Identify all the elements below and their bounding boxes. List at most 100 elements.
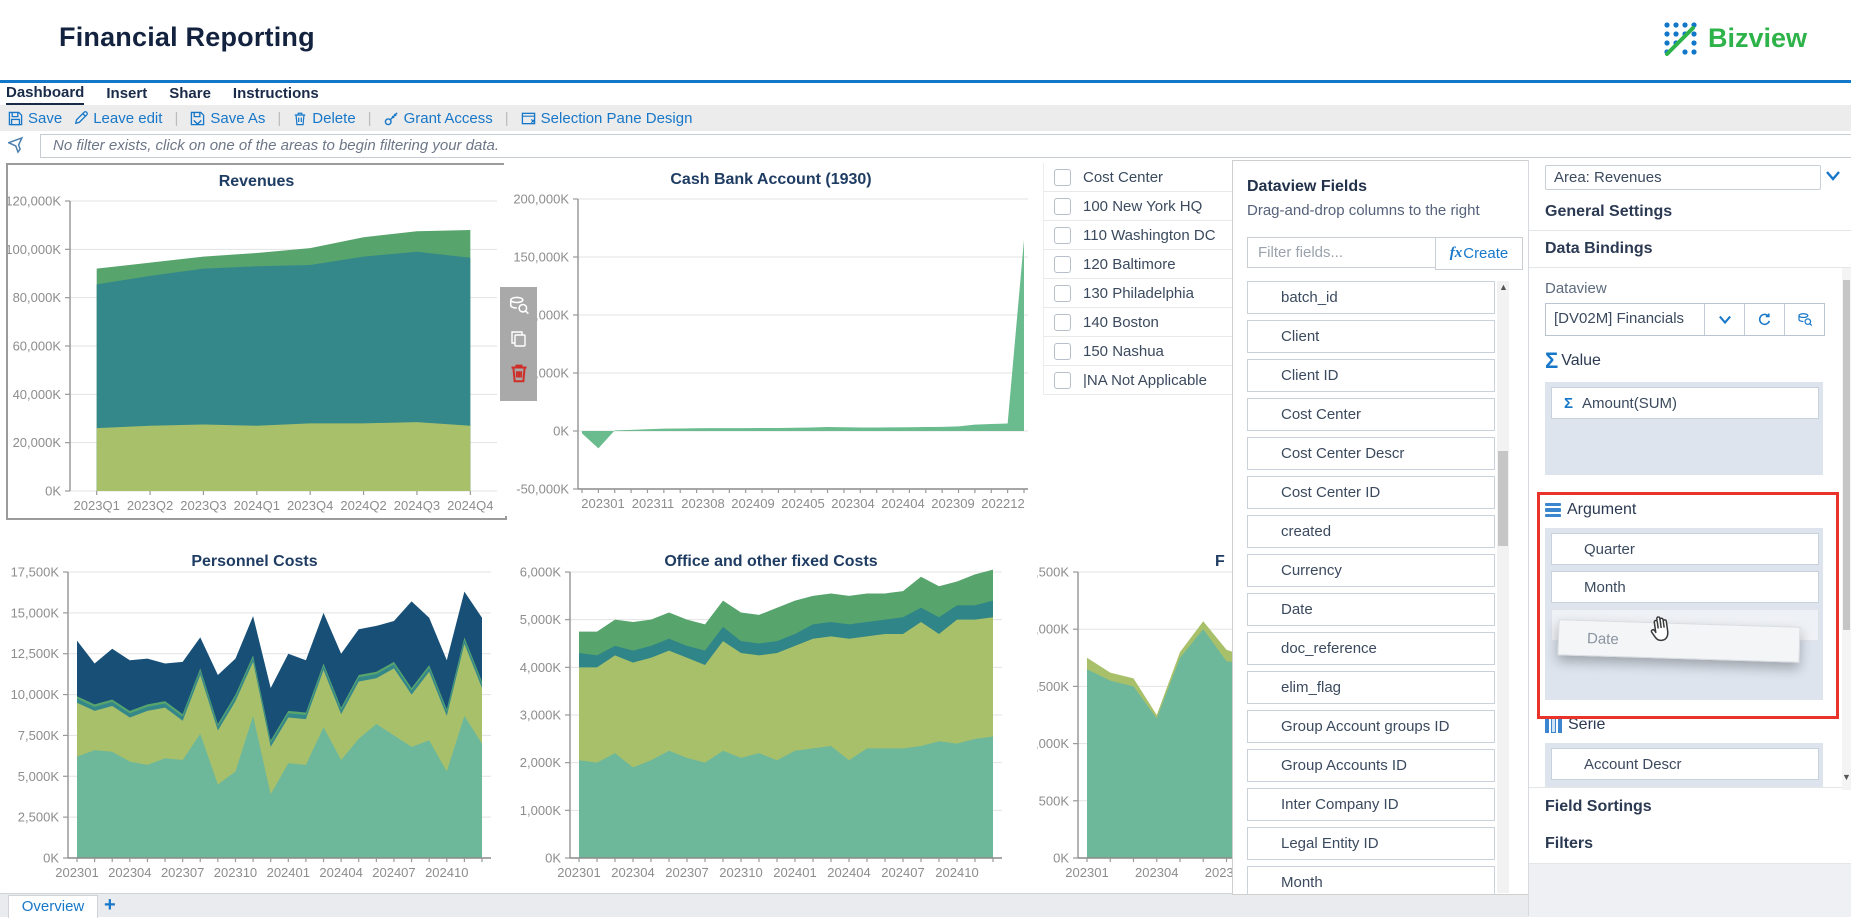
dataview-field[interactable]: Cost Center ID: [1247, 476, 1495, 509]
argument-dropzone[interactable]: Quarter Month Date Date: [1545, 528, 1823, 700]
field-label: batch_id: [1281, 289, 1338, 306]
filter-list-item[interactable]: 130 Philadelphia: [1044, 279, 1233, 308]
selection-pane-design-button[interactable]: Selection Pane Design: [521, 110, 693, 127]
menu-dashboard[interactable]: Dashboard: [6, 83, 84, 105]
checkbox[interactable]: [1054, 256, 1071, 273]
dataview-field[interactable]: Client ID: [1247, 359, 1495, 392]
value-field-amount[interactable]: Σ Amount(SUM): [1551, 387, 1819, 419]
dataview-inspect-button[interactable]: [1784, 304, 1824, 335]
section-field-sortings[interactable]: Field Sortings: [1529, 787, 1851, 827]
argument-field-quarter[interactable]: Quarter: [1551, 533, 1819, 565]
fields-scrollbar-thumb[interactable]: [1498, 451, 1508, 546]
delete-area-button[interactable]: [507, 360, 531, 384]
add-sheet-button[interactable]: +: [104, 894, 116, 917]
dataview-refresh-button[interactable]: [1744, 304, 1784, 335]
serie-zone-label: Serie: [1545, 716, 1605, 734]
area-office-costs-chart[interactable]: Office and other fixed Costs 0K1,000K2,0…: [504, 545, 1038, 890]
delete-button[interactable]: Delete: [293, 110, 355, 127]
header: Financial Reporting Bizview: [0, 0, 1851, 80]
dataview-field[interactable]: Month: [1247, 866, 1495, 895]
argument-field-month[interactable]: Month: [1551, 571, 1819, 603]
filter-list-item[interactable]: 100 New York HQ: [1044, 192, 1233, 221]
create-field-button[interactable]: fx Create: [1435, 237, 1523, 270]
checkbox[interactable]: [1054, 372, 1071, 389]
dataview-field[interactable]: Cost Center: [1247, 398, 1495, 431]
argument-field-date-dragging[interactable]: Date: [1557, 619, 1800, 663]
filter-list-item[interactable]: 110 Washington DC: [1044, 221, 1233, 250]
checkbox[interactable]: [1054, 198, 1071, 215]
filter-list-item[interactable]: 150 Nashua: [1044, 337, 1233, 366]
svg-text:2024Q2: 2024Q2: [340, 498, 386, 513]
area-cash-bank-chart[interactable]: Cash Bank Account (1930) -50,000K0K50,00…: [504, 163, 1038, 516]
svg-text:0K: 0K: [553, 424, 569, 439]
duplicate-button[interactable]: [507, 327, 531, 351]
dataview-dropdown-button[interactable]: [1704, 304, 1744, 335]
save-as-icon: [190, 111, 205, 126]
svg-text:2024Q1: 2024Q1: [234, 498, 280, 513]
scroll-up-arrow[interactable]: ▲: [1499, 282, 1508, 292]
dataview-field[interactable]: doc_reference: [1247, 632, 1495, 665]
area-revenues-chart[interactable]: Revenues 0K20,000K40,000K60,000K80,000K1…: [6, 163, 507, 520]
svg-text:202404: 202404: [881, 496, 924, 511]
leave-edit-button[interactable]: Leave edit: [74, 110, 162, 127]
menu-insert[interactable]: Insert: [106, 84, 147, 104]
menu-bar: Dashboard Insert Share Instructions: [0, 83, 1851, 105]
filter-message[interactable]: No filter exists, click on one of the ar…: [40, 134, 1851, 158]
dataview-value[interactable]: [DV02M] Financials: [1546, 304, 1704, 335]
filter-list-item[interactable]: Cost Center: [1044, 163, 1233, 192]
fields-scrollbar-track[interactable]: [1497, 281, 1509, 893]
svg-text:0K: 0K: [45, 484, 61, 499]
filter-list-item[interactable]: 140 Boston: [1044, 308, 1233, 337]
grant-access-button[interactable]: Grant Access: [384, 110, 493, 127]
panel-scrollbar-thumb[interactable]: [1843, 280, 1850, 630]
panel-title: Dataview Fields: [1247, 178, 1367, 196]
menu-instructions[interactable]: Instructions: [233, 84, 319, 104]
field-label: Date: [1281, 601, 1313, 618]
dataview-field[interactable]: created: [1247, 515, 1495, 548]
area-personnel-costs-chart[interactable]: Personnel Costs 0K2,500K5,000K7,500K10,0…: [6, 545, 503, 890]
panel-subtitle: Drag-and-drop columns to the right: [1247, 202, 1480, 219]
svg-text:202304: 202304: [831, 496, 874, 511]
dataview-field[interactable]: Currency: [1247, 554, 1495, 587]
svg-text:500K: 500K: [1039, 793, 1070, 808]
checkbox[interactable]: [1054, 169, 1071, 186]
dataview-field[interactable]: Client: [1247, 320, 1495, 353]
serie-field-account-descr[interactable]: Account Descr: [1551, 748, 1819, 780]
menu-share[interactable]: Share: [169, 84, 211, 104]
view-data-button[interactable]: [507, 294, 531, 318]
section-general-settings[interactable]: General Settings: [1529, 193, 1851, 231]
scroll-down-arrow[interactable]: ▼: [1842, 772, 1851, 782]
svg-text:202405: 202405: [781, 496, 824, 511]
dataview-field[interactable]: Cost Center Descr: [1247, 437, 1495, 470]
checkbox[interactable]: [1054, 227, 1071, 244]
dataview-field[interactable]: Legal Entity ID: [1247, 827, 1495, 860]
dataview-field[interactable]: Date: [1247, 593, 1495, 626]
dataview-field[interactable]: Group Account groups ID: [1247, 710, 1495, 743]
chevron-down-icon[interactable]: [1825, 169, 1841, 183]
filter-fields-input[interactable]: [1247, 237, 1445, 268]
checkbox[interactable]: [1054, 285, 1071, 302]
save-as-button[interactable]: Save As: [190, 110, 265, 127]
checkbox[interactable]: [1054, 343, 1071, 360]
filter-list-item[interactable]: 120 Baltimore: [1044, 250, 1233, 279]
area-selector[interactable]: Area: Revenues: [1545, 165, 1821, 190]
value-dropzone[interactable]: Σ Amount(SUM): [1545, 382, 1823, 475]
svg-text:6,000K: 6,000K: [520, 565, 562, 580]
dataview-field[interactable]: elim_flag: [1247, 671, 1495, 704]
serie-dropzone[interactable]: Account Descr: [1545, 743, 1823, 787]
svg-text:2023Q4: 2023Q4: [287, 498, 333, 513]
section-filters[interactable]: Filters: [1529, 825, 1851, 864]
svg-text:80,000K: 80,000K: [13, 290, 62, 305]
filter-list-item[interactable]: |NA Not Applicable: [1044, 366, 1233, 395]
pencil-icon: [74, 111, 88, 125]
save-button[interactable]: Save: [8, 110, 62, 127]
tab-overview[interactable]: Overview: [8, 895, 98, 918]
dataview-field[interactable]: batch_id: [1247, 281, 1495, 314]
checkbox[interactable]: [1054, 314, 1071, 331]
filter-funnel-icon[interactable]: [8, 136, 26, 154]
dataview-field[interactable]: Group Accounts ID: [1247, 749, 1495, 782]
dataview-field[interactable]: Inter Company ID: [1247, 788, 1495, 821]
filter-item-label: 110 Washington DC: [1083, 227, 1216, 244]
section-data-bindings[interactable]: Data Bindings: [1529, 231, 1851, 268]
section-label: Data Bindings: [1529, 240, 1653, 258]
